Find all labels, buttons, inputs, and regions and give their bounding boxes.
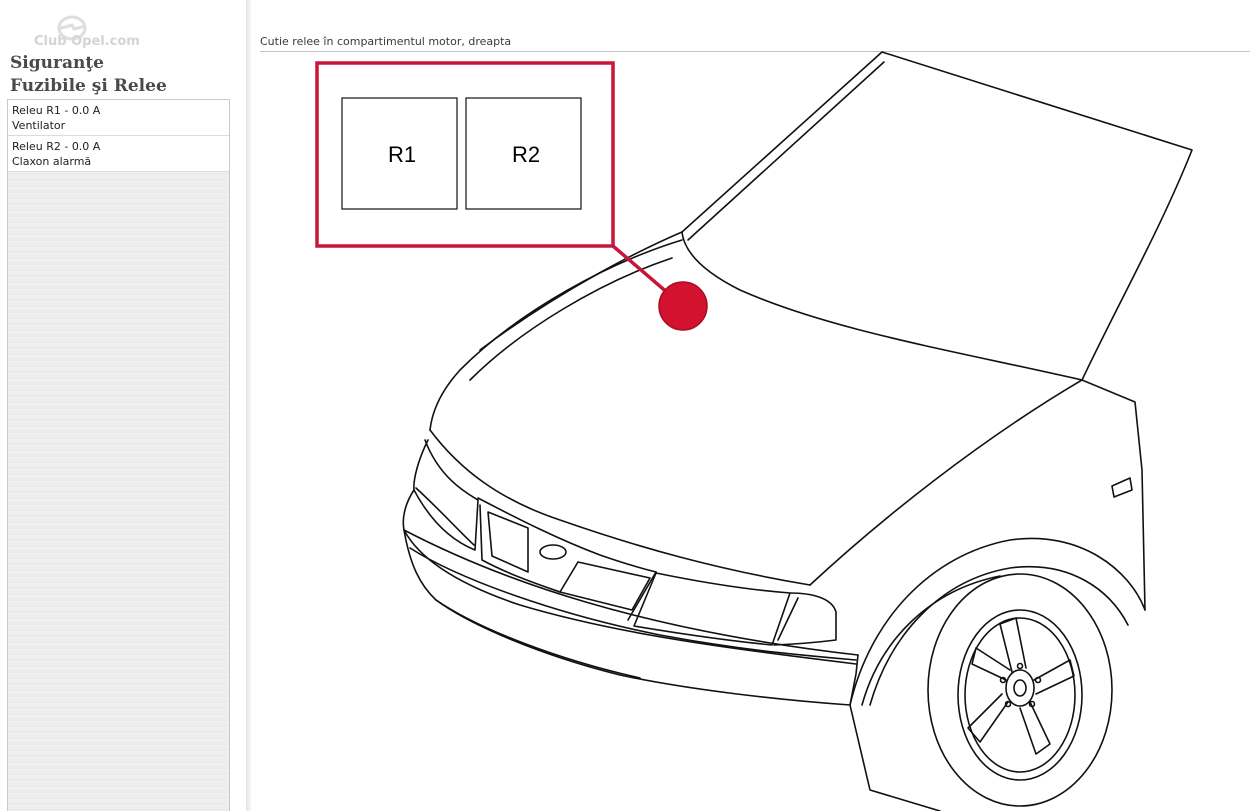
relay-r1-label: R1 [388,142,416,167]
relay-r2[interactable]: R2 [465,97,582,210]
relay-r2-label: R2 [512,142,540,167]
car-diagram: R1 R2 [315,51,1193,811]
location-marker [658,281,708,331]
relay-r1[interactable]: R1 [341,97,458,210]
